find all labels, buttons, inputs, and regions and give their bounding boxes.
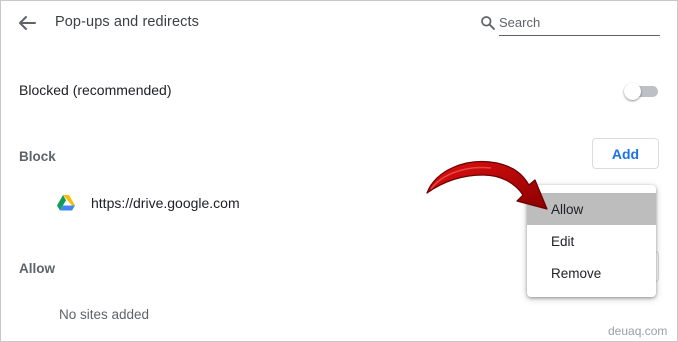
blocked-site-row: https://drive.google.com bbox=[57, 192, 240, 214]
blocked-site-url: https://drive.google.com bbox=[91, 195, 240, 211]
search-placeholder: Search bbox=[499, 15, 541, 30]
page-title: Pop-ups and redirects bbox=[55, 14, 199, 30]
search-field[interactable]: Search bbox=[478, 10, 660, 36]
site-action-menu: Allow Edit Remove bbox=[527, 185, 656, 297]
block-section-heading: Block bbox=[19, 149, 56, 164]
search-icon bbox=[480, 15, 496, 31]
allow-empty-text: No sites added bbox=[59, 307, 150, 322]
settings-page: Pop-ups and redirects Search Blocked (re… bbox=[0, 0, 678, 342]
add-block-site-button[interactable]: Add bbox=[592, 138, 659, 169]
toggle-knob bbox=[624, 83, 641, 100]
allow-section-heading: Allow bbox=[19, 261, 55, 276]
menu-item-allow[interactable]: Allow bbox=[527, 193, 656, 225]
back-arrow-icon[interactable] bbox=[15, 12, 39, 34]
blocked-setting-label: Blocked (recommended) bbox=[19, 82, 172, 98]
menu-item-edit[interactable]: Edit bbox=[527, 225, 656, 257]
menu-item-remove[interactable]: Remove bbox=[527, 257, 656, 289]
google-drive-icon bbox=[57, 195, 75, 211]
search-underline bbox=[499, 35, 660, 36]
watermark-text: deuaq.com bbox=[608, 324, 668, 338]
blocked-toggle[interactable] bbox=[624, 83, 658, 100]
